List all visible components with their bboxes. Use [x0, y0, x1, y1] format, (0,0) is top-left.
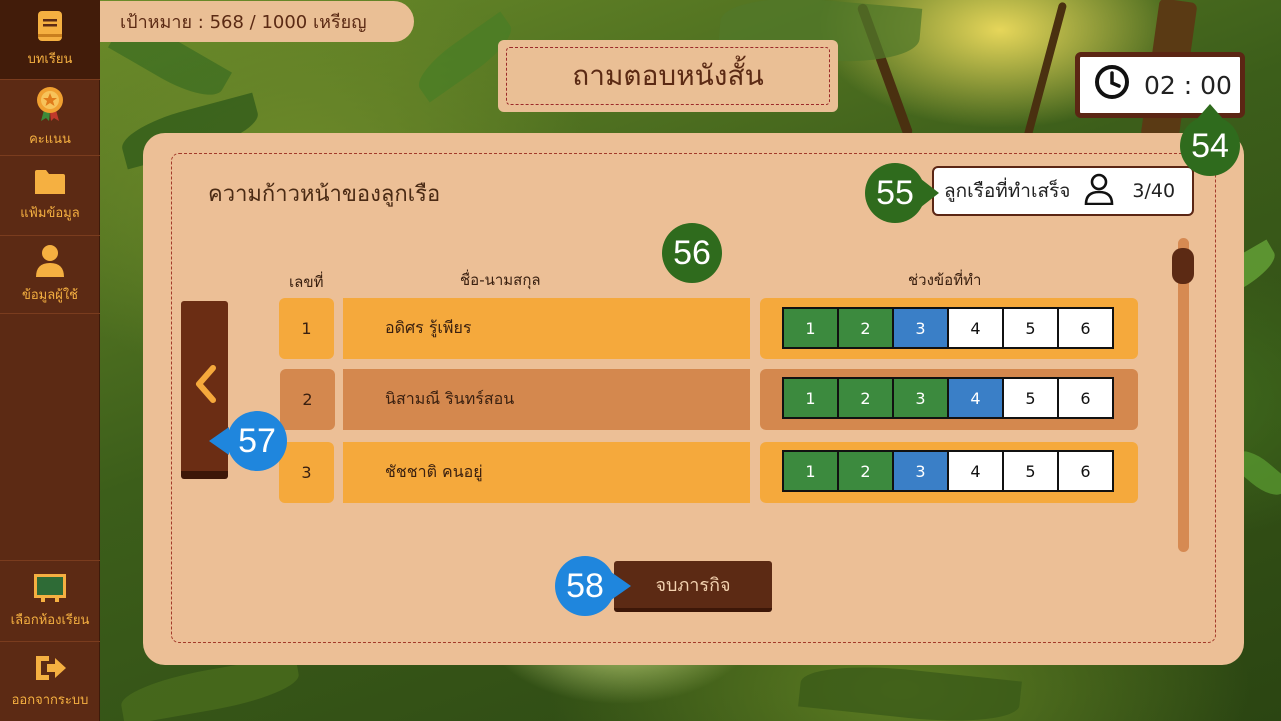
logout-icon	[33, 653, 67, 683]
sidebar-item-label: ข้อมูลผู้ใช้	[21, 288, 79, 303]
column-header-name: ชื่อ-นามสกุล	[460, 271, 541, 289]
scrollbar-thumb[interactable]	[1172, 248, 1194, 284]
progress-segment: 4	[949, 379, 1002, 417]
user-icon	[35, 244, 65, 278]
page-title: ถามตอบหนังสั้น	[506, 47, 830, 105]
badge-number: 55	[876, 173, 914, 212]
crew-done-counter: ลูกเรือที่ทำเสร็จ 3/40	[932, 166, 1194, 216]
progress-segment: 6	[1059, 309, 1112, 347]
user-outline-icon	[1084, 173, 1114, 210]
sidebar-item-scores[interactable]: คะแนน	[0, 80, 100, 156]
table-row-name[interactable]: นิสามณี รินทร์สอน	[343, 369, 750, 430]
badge-number: 58	[566, 566, 604, 605]
sidebar-item-logout[interactable]: ออกจากระบบ	[0, 642, 100, 721]
annotation-badge-54: 54	[1180, 104, 1240, 176]
page-title-plaque: ถามตอบหนังสั้น	[498, 40, 838, 112]
chevron-left-icon	[193, 364, 217, 408]
progress-segments: 123456	[782, 307, 1114, 349]
progress-segment: 3	[894, 379, 947, 417]
progress-segment: 3	[894, 309, 947, 347]
crew-done-label: ลูกเรือที่ทำเสร็จ	[944, 180, 1071, 202]
progress-segment: 6	[1059, 379, 1112, 417]
sidebar-item-label: คะแนน	[29, 132, 71, 147]
medal-icon	[35, 86, 65, 122]
table-row-number: 3	[279, 442, 334, 503]
annotation-badge-55: 55	[865, 163, 939, 223]
panel-heading: ความก้าวหน้าของลูกเรือ	[208, 182, 441, 207]
clock-icon	[1094, 64, 1130, 106]
progress-segment: 1	[784, 309, 837, 347]
sidebar-item-profile[interactable]: ข้อมูลผู้ใช้	[0, 236, 100, 314]
sidebar-item-label: เลือกห้องเรียน	[10, 612, 90, 628]
column-header-range: ช่วงข้อที่ทำ	[908, 271, 982, 289]
coin-goal: เป้าหมาย : 568 / 1000 เหรียญ	[100, 1, 414, 42]
sidebar-item-label: ออกจากระบบ	[11, 693, 89, 708]
progress-segment: 4	[949, 452, 1002, 490]
book-icon	[36, 10, 64, 42]
progress-segment: 1	[784, 379, 837, 417]
scrollbar-track[interactable]	[1178, 238, 1189, 552]
annotation-badge-56: 56	[662, 223, 722, 283]
progress-segment: 5	[1004, 309, 1057, 347]
progress-segment: 5	[1004, 379, 1057, 417]
sidebar-item-files[interactable]: แฟ้มข้อมูล	[0, 156, 100, 236]
column-header-number: เลขที่	[289, 273, 324, 291]
sidebar-item-lessons[interactable]: บทเรียน	[0, 0, 100, 80]
annotation-badge-57: 57	[209, 411, 287, 471]
table-row-name[interactable]: อดิศร รู้เพียร	[343, 298, 750, 359]
badge-number: 54	[1191, 126, 1229, 165]
progress-segment: 5	[1004, 452, 1057, 490]
sidebar: บทเรียน คะแนน แฟ้มข้อมูล ข้อมูลผู้ใช้ เล…	[0, 0, 100, 721]
end-mission-button[interactable]: จบภารกิจ	[614, 561, 772, 612]
sidebar-item-select-classroom[interactable]: เลือกห้องเรียน	[0, 560, 100, 642]
blackboard-icon	[33, 573, 67, 603]
annotation-badge-58: 58	[555, 556, 631, 616]
progress-segment: 4	[949, 309, 1002, 347]
table-row-number: 2	[280, 369, 335, 430]
progress-segment: 2	[839, 309, 892, 347]
table-row-name[interactable]: ชัชชาติ คนอยู่	[343, 442, 750, 503]
crew-done-count: 3/40	[1132, 180, 1176, 202]
sidebar-item-label: บทเรียน	[27, 52, 73, 67]
progress-segments: 123456	[782, 450, 1114, 492]
progress-segments: 123456	[782, 377, 1114, 419]
table-row-number: 1	[279, 298, 334, 359]
sidebar-item-label: แฟ้มข้อมูล	[20, 206, 80, 221]
coin-goal-text: เป้าหมาย : 568 / 1000 เหรียญ	[120, 12, 367, 33]
badge-number: 57	[238, 421, 276, 460]
folder-icon	[34, 168, 66, 196]
progress-segment: 2	[839, 452, 892, 490]
progress-segment: 6	[1059, 452, 1112, 490]
progress-segment: 1	[784, 452, 837, 490]
timer-value: 02 : 00	[1144, 70, 1232, 100]
progress-segment: 2	[839, 379, 892, 417]
progress-segment: 3	[894, 452, 947, 490]
badge-number: 56	[673, 233, 711, 272]
